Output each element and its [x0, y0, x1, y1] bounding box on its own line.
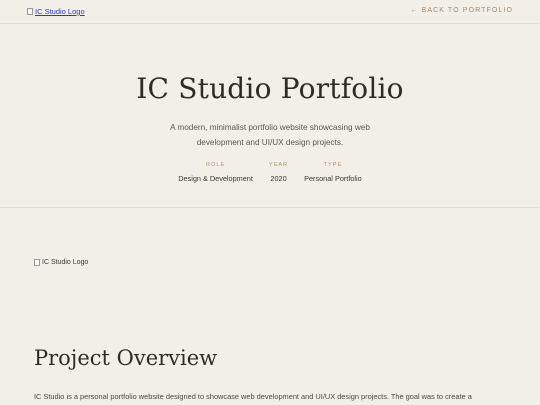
- meta-label: ROLE: [205, 162, 226, 168]
- meta-label: YEAR: [268, 162, 289, 168]
- page-title: IC Studio Portfolio: [136, 72, 404, 105]
- top-navigation-bar: IC Studio Logo ← BACK TO PORTFOLIO: [0, 0, 540, 24]
- broken-image-icon: [34, 259, 40, 266]
- section-title: Project Overview: [34, 346, 218, 370]
- project-logo-alt-text: IC Studio Logo: [42, 259, 89, 266]
- meta-value: Design & Development: [178, 174, 253, 183]
- project-meta: ROLE Design & Development YEAR 2020 TYPE…: [0, 162, 540, 183]
- meta-value: Personal Portfolio: [304, 174, 362, 183]
- overview-paragraph: IC Studio is a personal portfolio websit…: [34, 392, 472, 401]
- back-to-portfolio-link[interactable]: ← BACK TO PORTFOLIO: [410, 7, 513, 14]
- broken-image-icon: [27, 8, 33, 15]
- meta-year: YEAR 2020: [261, 162, 296, 183]
- meta-label: TYPE: [323, 162, 343, 168]
- project-logo-image: IC Studio Logo: [34, 259, 88, 266]
- studio-logo-link[interactable]: IC Studio Logo: [27, 7, 85, 16]
- logo-alt-text: IC Studio Logo: [35, 7, 85, 16]
- meta-type: TYPE Personal Portfolio: [296, 162, 370, 183]
- project-description: A modern, minimalist portfolio website s…: [170, 123, 370, 147]
- meta-value: 2020: [270, 174, 287, 183]
- meta-role: ROLE Design & Development: [170, 162, 261, 183]
- hero-section: IC Studio Portfolio A modern, minimalist…: [0, 24, 540, 208]
